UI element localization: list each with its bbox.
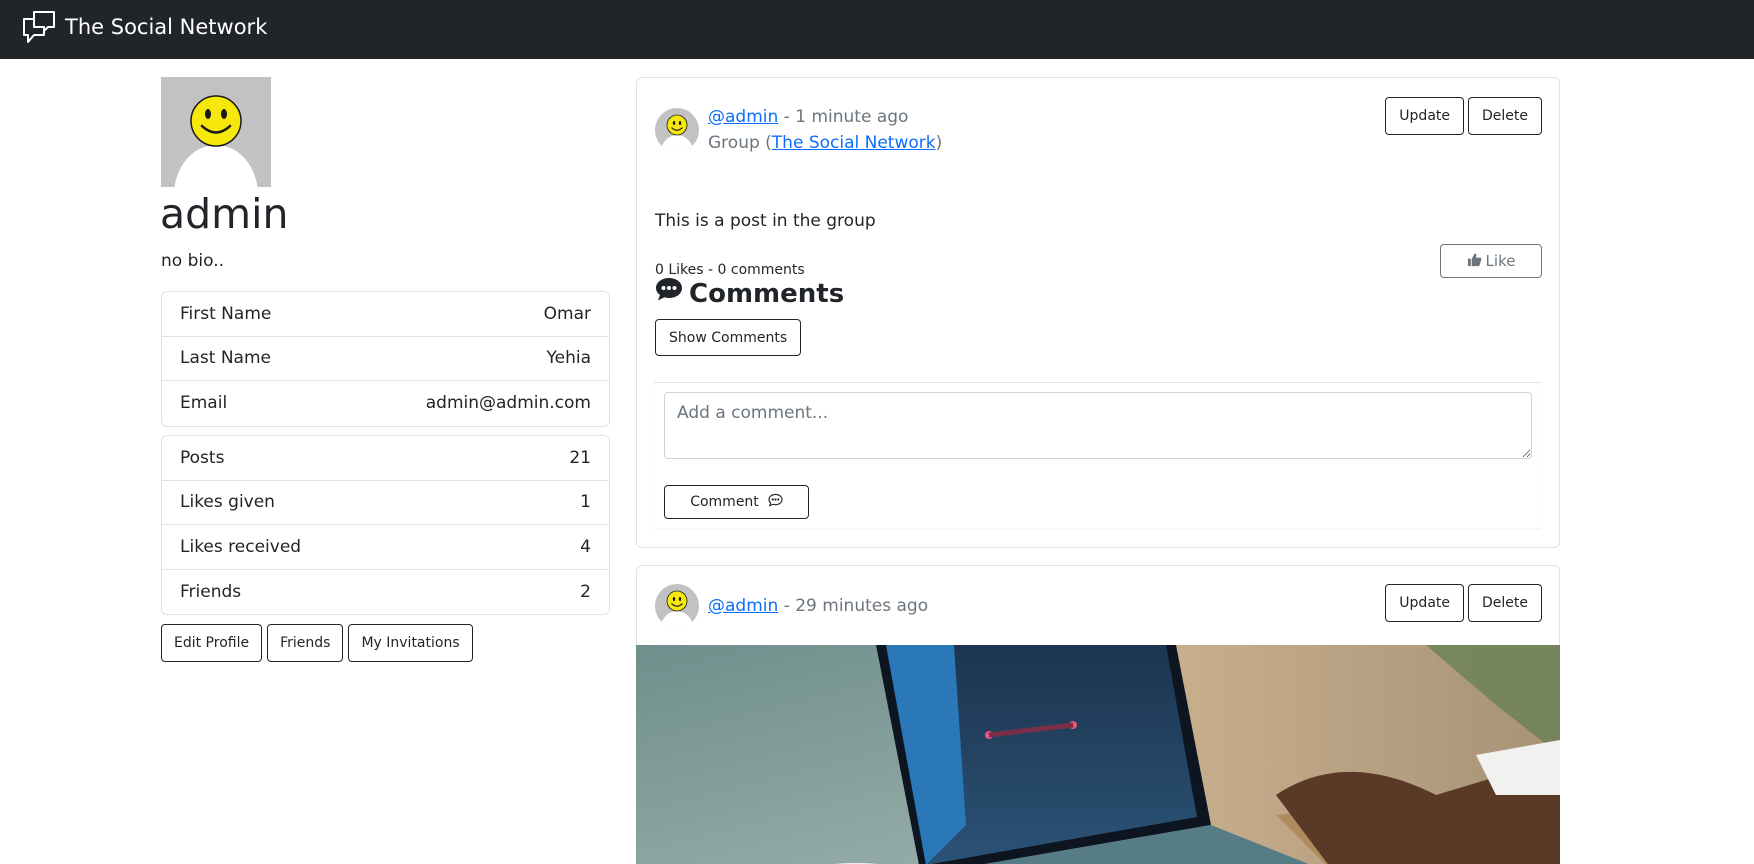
comment-label: Comment [690,494,759,510]
post-meta: @admin - 29 minutes ago [708,593,928,619]
post-meta: @admin - 1 minute ago Group (The Social … [708,104,942,156]
profile-avatar [161,77,271,245]
info-label: Email [180,393,228,414]
chat-dots-icon [655,276,689,311]
post-actions: Update Delete [1381,584,1542,622]
info-first-name: First Name Omar [162,292,609,337]
stat-value: 1 [580,492,591,513]
stat-value: 2 [580,581,591,602]
group-suffix: ) [935,133,943,153]
comment-form: Comment [654,382,1541,528]
stat-value: 21 [569,447,591,468]
update-button[interactable]: Update [1385,584,1464,622]
stat-label: Likes given [180,492,275,513]
info-value: Yehia [546,348,591,369]
stat-likes-received: Likes received 4 [162,525,609,570]
post-author-avatar[interactable] [655,584,699,628]
meta-separator: - [778,107,796,127]
profile-username: admin [160,190,289,238]
info-value: admin@admin.com [425,393,591,414]
info-value: Omar [543,303,591,324]
post-image [636,645,1560,864]
info-last-name: Last Name Yehia [162,337,609,381]
comments-title: Comments [689,278,845,309]
show-comments-button[interactable]: Show Comments [655,319,802,356]
stat-label: Friends [180,581,242,602]
comment-input[interactable] [664,392,1532,459]
comments-heading: Comments [655,276,844,311]
stat-posts: Posts 21 [162,436,609,481]
my-invitations-button[interactable]: My Invitations [348,624,473,662]
stat-friends: Friends 2 [162,570,609,615]
post-byline: @admin - 1 minute ago [708,104,942,130]
post-author-avatar[interactable] [655,108,699,152]
post-time: 1 minute ago [795,107,909,127]
stat-label: Posts [180,447,225,468]
profile-stats-list: Posts 21 Likes given 1 Likes received 4 … [161,435,610,615]
navbar: The Social Network [0,0,1754,59]
post-time: 29 minutes ago [795,596,929,616]
info-email: Email admin@admin.com [162,381,609,426]
post-card: @admin - 29 minutes ago Update Delete [636,565,1560,864]
delete-button[interactable]: Delete [1468,584,1542,622]
post-body: This is a post in the group [655,211,876,231]
post-author-link[interactable]: @admin [708,107,778,127]
comment-submit-button[interactable]: Comment [664,485,809,519]
profile-info-list: First Name Omar Last Name Yehia Email ad… [161,291,610,427]
stat-value: 4 [580,536,591,557]
brand-title: The Social Network [65,14,268,39]
info-label: First Name [180,303,272,324]
meta-separator: - [778,596,796,616]
update-button[interactable]: Update [1385,97,1464,135]
post-card: @admin - 1 minute ago Group (The Social … [636,77,1560,548]
group-link[interactable]: The Social Network [772,133,936,153]
group-prefix: Group ( [708,133,772,153]
stat-likes-given: Likes given 1 [162,481,609,525]
thumbs-up-icon [1467,252,1486,271]
profile-actions: Edit Profile Friends My Invitations [161,624,478,662]
chat-bubble-icon [759,493,783,511]
edit-profile-button[interactable]: Edit Profile [161,624,263,662]
chat-bubbles-icon [22,10,56,44]
profile-bio: no bio.. [161,251,225,271]
brand-link[interactable]: The Social Network [22,10,267,44]
post-author-link[interactable]: @admin [708,596,778,616]
info-label: Last Name [180,348,271,369]
post-actions: Update Delete [1381,97,1542,135]
delete-button[interactable]: Delete [1468,97,1542,135]
like-button[interactable]: Like [1440,244,1542,278]
like-label: Like [1485,252,1516,270]
stat-label: Likes received [180,536,302,557]
post-group: Group (The Social Network) [708,130,942,156]
friends-button[interactable]: Friends [267,624,344,662]
